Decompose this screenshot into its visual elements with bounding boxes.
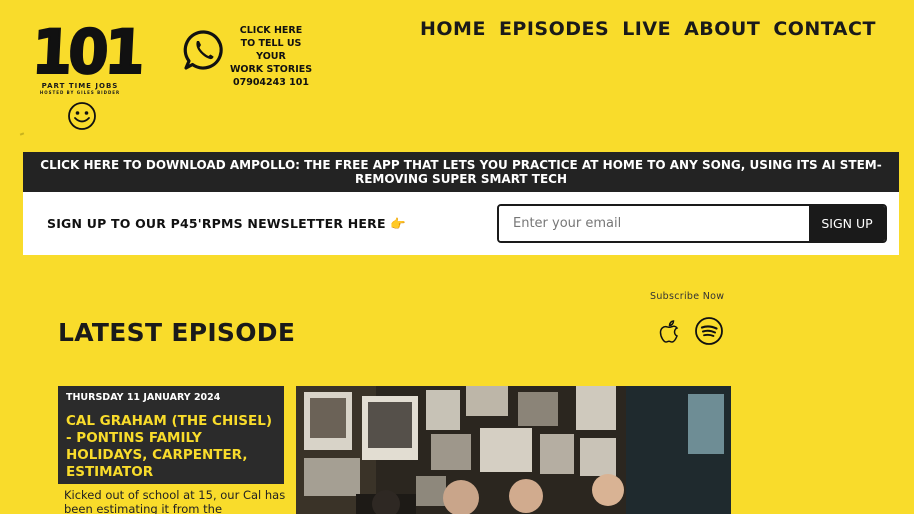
smiley-icon	[68, 102, 96, 130]
episode-date: THURSDAY 11 JANUARY 2024	[66, 392, 221, 403]
whatsapp-line-2: TO TELL US YOUR	[240, 38, 302, 62]
logo-hosted-by: HOSTED BY GILES BIDDER	[39, 90, 121, 95]
main-nav: HOME EPISODES LIVE ABOUT CONTACT	[420, 18, 876, 40]
episode-description: Kicked out of school at 15, our Cal has …	[64, 488, 286, 514]
ampollo-banner[interactable]: CLICK HERE TO DOWNLOAD AMPOLLO: THE FREE…	[23, 152, 899, 192]
subscribe-label: Subscribe Now	[650, 291, 725, 302]
site-logo[interactable]: 101 PART TIME JOBS HOSTED BY GILES BIDDE…	[29, 15, 144, 95]
episode-card[interactable]: THURSDAY 11 JANUARY 2024 CAL GRAHAM (THE…	[58, 386, 284, 484]
sign-up-button[interactable]: SIGN UP	[809, 206, 885, 241]
whatsapp-line-3: WORK STORIES	[229, 64, 313, 75]
spotify-icon[interactable]	[694, 316, 724, 346]
whatsapp-icon[interactable]	[182, 28, 226, 72]
latest-episode-heading: LATEST EPISODE	[58, 318, 296, 347]
logo-text: 101	[29, 15, 144, 88]
email-input[interactable]	[499, 206, 809, 241]
newsletter-bar: SIGN UP TO OUR P45'RPMS NEWSLETTER HERE …	[23, 192, 899, 255]
episode-title[interactable]: CAL GRAHAM (THE CHISEL) - PONTINS FAMILY…	[66, 413, 276, 481]
newsletter-label-text: SIGN UP TO OUR P45'RPMS NEWSLETTER HERE	[47, 216, 386, 231]
whatsapp-line-1: CLICK HERE	[239, 25, 303, 36]
episode-photo[interactable]	[296, 386, 731, 514]
newsletter-form: SIGN UP	[497, 204, 887, 243]
whatsapp-phone: 07904243 101	[232, 77, 310, 88]
newsletter-label: SIGN UP TO OUR P45'RPMS NEWSLETTER HERE …	[47, 216, 406, 232]
nav-episodes[interactable]: EPISODES	[499, 18, 609, 40]
nav-home[interactable]: HOME	[420, 18, 486, 40]
apple-podcasts-icon[interactable]	[655, 316, 683, 346]
whatsapp-cta[interactable]: CLICK HERE TO TELL US YOUR WORK STORIES …	[228, 24, 314, 89]
nav-contact[interactable]: CONTACT	[773, 18, 876, 40]
nav-live[interactable]: LIVE	[622, 18, 671, 40]
nav-about[interactable]: ABOUT	[684, 18, 760, 40]
decorative-mark	[19, 132, 25, 136]
pointing-hand-icon: 👉	[390, 216, 407, 231]
